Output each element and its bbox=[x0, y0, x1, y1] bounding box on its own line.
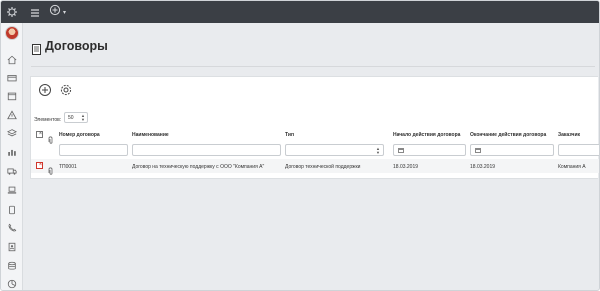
contracts-panel: Элементов: 50 ▲ ▼ × Номер договора Наимен… bbox=[30, 76, 599, 179]
phone-icon[interactable] bbox=[6, 222, 18, 234]
tablet-icon[interactable] bbox=[6, 204, 18, 216]
layers-icon[interactable] bbox=[6, 127, 18, 139]
cell-name[interactable]: Договор на техническую поддержку с ООО "… bbox=[132, 164, 264, 170]
page-size-select[interactable]: 50 ▲ ▼ bbox=[64, 112, 88, 123]
add-contract-button[interactable] bbox=[38, 83, 52, 97]
calendar-icon[interactable] bbox=[6, 90, 18, 102]
document-icon bbox=[32, 42, 41, 55]
select-arrows-icon: ▲ ▼ bbox=[376, 146, 380, 155]
page-size-label: Элементов: bbox=[34, 117, 62, 123]
hamburger-icon[interactable] bbox=[29, 6, 41, 18]
table-row[interactable]: × ТП0001 Договор на техническую поддержк… bbox=[31, 159, 599, 175]
bar-chart-icon[interactable] bbox=[6, 146, 18, 158]
column-header-end[interactable]: Окончание действия договора bbox=[470, 132, 546, 138]
filter-row: ▲ ▼ bbox=[31, 143, 599, 158]
header-divider bbox=[31, 66, 595, 67]
column-header-type[interactable]: Тип bbox=[285, 132, 294, 138]
column-header-number[interactable]: Номер договора bbox=[59, 132, 100, 138]
card-icon[interactable] bbox=[6, 72, 18, 84]
calendar-icon bbox=[475, 148, 481, 153]
filter-end-date[interactable] bbox=[470, 144, 554, 156]
page-title: Договоры bbox=[45, 39, 108, 53]
contacts-icon[interactable] bbox=[6, 241, 18, 253]
plus-circle-icon bbox=[38, 84, 52, 101]
column-header-start[interactable]: Начало действия договора bbox=[393, 132, 460, 138]
database-icon[interactable] bbox=[6, 260, 18, 272]
topbar-add-button[interactable]: ▾ bbox=[49, 3, 67, 21]
page-size-value: 50 bbox=[68, 115, 74, 121]
topbar: ▾ bbox=[23, 1, 599, 23]
page-header: Договоры bbox=[23, 23, 599, 68]
delete-row-icon[interactable]: × bbox=[36, 162, 43, 169]
select-arrows-icon: ▲ ▼ bbox=[81, 113, 85, 122]
paperclip-icon bbox=[48, 131, 53, 144]
column-header-customer[interactable]: Заказчик bbox=[558, 132, 580, 138]
avatar[interactable] bbox=[5, 26, 19, 40]
column-header-name[interactable]: Наименование bbox=[132, 132, 169, 138]
plus-circle-icon bbox=[49, 3, 61, 21]
table-header: × Номер договора Наименование Тип Начало… bbox=[31, 128, 599, 144]
app-window: ▾ Договоры Элементов: 50 ▲ ▼ × Номер дог… bbox=[0, 0, 600, 291]
paperclip-icon[interactable] bbox=[48, 162, 53, 175]
home-icon[interactable] bbox=[6, 54, 18, 66]
filter-start-date[interactable] bbox=[393, 144, 466, 156]
cell-number[interactable]: ТП0001 bbox=[59, 164, 77, 170]
calendar-icon bbox=[398, 148, 404, 153]
filter-customer-input[interactable] bbox=[558, 144, 599, 156]
warning-icon[interactable] bbox=[6, 109, 18, 121]
cell-end: 18.03.2019 bbox=[470, 164, 496, 170]
cell-start: 18.03.2019 bbox=[393, 164, 419, 170]
cell-type: Договор технической поддержки bbox=[285, 164, 361, 170]
chevron-down-icon: ▾ bbox=[63, 9, 67, 16]
gear-icon bbox=[59, 84, 73, 101]
laptop-icon[interactable] bbox=[6, 184, 18, 196]
filter-name-input[interactable] bbox=[132, 144, 281, 156]
select-all-checkbox[interactable]: × bbox=[36, 131, 43, 138]
truck-icon[interactable] bbox=[6, 165, 18, 177]
cell-customer[interactable]: Компания А bbox=[558, 164, 586, 170]
filter-number-input[interactable] bbox=[59, 144, 128, 156]
sidebar bbox=[1, 1, 23, 290]
pie-chart-icon[interactable] bbox=[6, 278, 18, 290]
settings-button[interactable] bbox=[59, 83, 73, 97]
gear-logo-icon[interactable] bbox=[1, 1, 23, 23]
filter-type-select[interactable]: ▲ ▼ bbox=[285, 144, 384, 156]
